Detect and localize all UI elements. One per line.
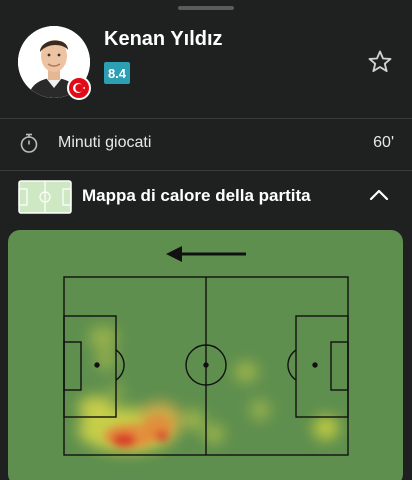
attack-direction-arrow [166,246,246,262]
heatmap-title: Mappa di calore della partita [82,186,311,205]
rating-badge: 8.4 [104,62,130,84]
heatmap-section-toggle[interactable]: Mappa di calore della partita [0,170,412,222]
heatmap-panel [8,230,403,480]
favorite-star-icon[interactable] [366,48,394,76]
turkey-flag-icon [67,76,91,100]
chevron-up-icon[interactable] [368,186,390,204]
player-header: Kenan Yıldız 8.4 [0,14,412,118]
heatmap-pitch [63,246,349,456]
pitch-icon [18,180,72,214]
minutes-label: Minuti giocati [58,134,152,151]
stopwatch-icon [18,132,40,154]
minutes-value: 60' [373,134,394,151]
player-name: Kenan Yıldız [104,28,223,50]
sheet-grabber[interactable] [178,6,234,10]
minutes-played-row: Minuti giocati 60' [0,118,412,168]
